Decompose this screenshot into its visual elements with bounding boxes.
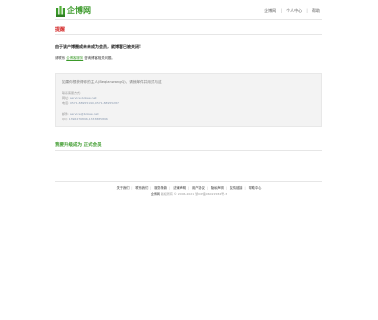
footer-link-contact[interactable]: 联系我们 xyxy=(136,185,149,190)
contact-tip-suffix: 咨询博客相关问题。 xyxy=(84,56,115,60)
logo-mark-icon xyxy=(56,6,65,17)
contact-line: 联系客服方式: xyxy=(62,91,81,95)
website-value[interactable]: service.bokee.net xyxy=(70,96,97,100)
contact-label: 网址: xyxy=(62,96,70,100)
contact-label: QQ: xyxy=(62,117,69,121)
contact-box-title: 如果你想获得你的主人(BeqlanwangQ)，请就邮件并用式与这 xyxy=(62,80,162,84)
closed-message: 由于该户博圈成未未成为会员，就博客已被关闭! xyxy=(55,44,141,49)
footer-link-terms[interactable]: 服务条款 xyxy=(154,185,167,190)
footer-divider xyxy=(55,181,322,182)
site-logo[interactable]: 企博网 xyxy=(56,6,91,18)
contact-line: QQ: 1396276896,1333885896 xyxy=(62,117,108,121)
contact-label: 电话: xyxy=(62,101,70,105)
footer-separator: | xyxy=(131,186,133,190)
footer-link-about[interactable]: 关于我们 xyxy=(117,185,130,190)
footer-separator: | xyxy=(225,186,227,190)
footer-separator: | xyxy=(244,186,246,190)
notice-divider xyxy=(55,34,322,35)
contact-label: 邮件: xyxy=(62,112,70,116)
phone-value: 0571-88955190,0571-88955287 xyxy=(69,101,119,105)
contact-line: 网址: service.bokee.net xyxy=(62,96,97,100)
copyright: 企博网 版权所有 © 2006-2021 浙ICP备06021584号-3 xyxy=(0,192,378,196)
notice-title: 提醒 xyxy=(55,27,66,33)
footer-link-friends[interactable]: 友情链接 xyxy=(230,185,243,190)
contact-tip: 请联系 企博客服务 咨询博客相关问题。 xyxy=(55,55,115,60)
copyright-text: 版权所有 © 2006-2021 xyxy=(160,192,195,196)
top-nav-user-center[interactable]: 个人中心 xyxy=(286,8,302,14)
footer-nav: 关于我们 | 联系我们 | 服务条款 | 法律声明 | 用户协议 | 隐私声明 | 友情链接… xyxy=(0,185,378,190)
icp-number[interactable]: 浙ICP备06021584号-3 xyxy=(195,192,227,196)
upgrade-link[interactable]: 我要升级成为 正式会员 xyxy=(55,142,102,148)
footer-link-help[interactable]: 帮助中心 xyxy=(249,185,262,190)
top-nav-home[interactable]: 企博网 xyxy=(264,8,276,14)
footer-link-agreement[interactable]: 用户协议 xyxy=(192,185,205,190)
top-nav-help[interactable]: 帮助 xyxy=(312,8,320,14)
footer-separator: | xyxy=(150,186,152,190)
top-nav: 企博网 | 个人中心 | 帮助 xyxy=(264,8,320,14)
footer-link-privacy[interactable]: 隐私声明 xyxy=(211,185,224,190)
logo-text: 企博网 xyxy=(67,6,91,15)
contact-label: 联系客服方式: xyxy=(62,91,82,95)
footer-separator: | xyxy=(169,186,171,190)
footer-separator: | xyxy=(206,186,208,190)
footer-link-legal[interactable]: 法律声明 xyxy=(173,185,186,190)
top-nav-separator: | xyxy=(280,8,282,13)
customer-service-link[interactable]: 企博客服务 xyxy=(66,56,83,60)
contact-tip-prefix: 请联系 xyxy=(55,56,66,60)
footer-separator: | xyxy=(187,186,190,190)
footer-brand: 企博网 xyxy=(150,192,160,196)
qq-value: 1396276896,1333885896 xyxy=(68,117,108,121)
upgrade-divider xyxy=(55,150,322,151)
contact-line: 电话: 0571-88955190,0571-88955287 xyxy=(62,101,119,105)
header-divider xyxy=(55,19,322,20)
top-nav-separator: | xyxy=(306,8,308,13)
contact-line: 邮件: service@bokee.net xyxy=(62,112,99,116)
email-value[interactable]: service@bokee.net xyxy=(70,112,99,116)
